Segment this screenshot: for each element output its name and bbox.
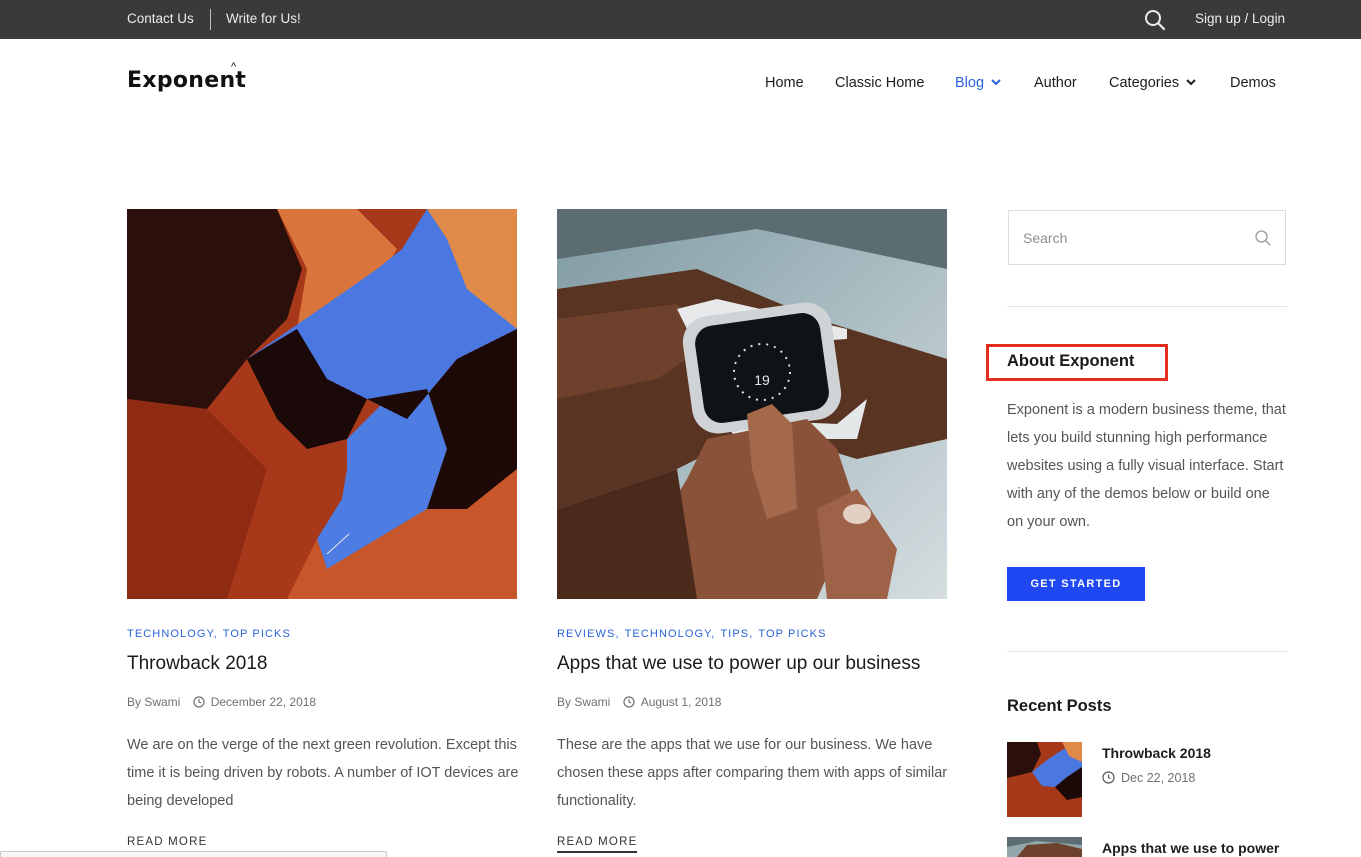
category-link[interactable]: TECHNOLOGY (127, 628, 214, 640)
top-bar: Contact Us Write for Us! Sign up / Login (0, 0, 1361, 39)
clock-icon (193, 696, 205, 708)
category-link[interactable]: TECHNOLOGY (625, 628, 712, 640)
bottom-panel-edge (0, 851, 387, 857)
nav-blog[interactable]: Blog (955, 75, 1001, 91)
recent-post-thumbnail[interactable] (1007, 837, 1082, 857)
category-link[interactable]: TOP PICKS (223, 628, 291, 640)
recent-post-title[interactable]: Apps that we use to power (1102, 840, 1279, 856)
clock-icon (1102, 771, 1115, 784)
read-more-link[interactable]: READ MORE (127, 836, 207, 851)
post-title[interactable]: Apps that we use to power up our busines… (557, 653, 920, 675)
about-widget-title: About Exponent (1007, 352, 1135, 370)
post-date: August 1, 2018 (640, 695, 722, 709)
signup-login-link[interactable]: Sign up / Login (1195, 11, 1285, 26)
post-categories: REVIEWS, TECHNOLOGY, TIPS, TOP PICKS (557, 628, 827, 640)
nav-demos[interactable]: Demos (1230, 75, 1276, 91)
post-image-smartwatch[interactable]: 19 (557, 209, 947, 599)
post-author[interactable]: By Swami (557, 695, 610, 709)
category-link[interactable]: REVIEWS (557, 628, 615, 640)
post-categories: TECHNOLOGY, TOP PICKS (127, 628, 291, 640)
sidebar-divider (1007, 306, 1287, 307)
nav-author[interactable]: Author (1034, 75, 1077, 91)
search-icon[interactable] (1144, 9, 1166, 31)
category-link[interactable]: TIPS (720, 628, 749, 640)
topbar-divider (210, 9, 211, 30)
category-link[interactable]: TOP PICKS (758, 628, 826, 640)
contact-us-link[interactable]: Contact Us (127, 11, 194, 26)
nav-home[interactable]: Home (765, 75, 804, 91)
get-started-button[interactable]: GET STARTED (1007, 567, 1145, 601)
post-meta: By Swami December 22, 2018 (127, 695, 316, 709)
nav-classic-home[interactable]: Classic Home (835, 75, 924, 91)
post-excerpt: These are the apps that we use for our b… (557, 737, 948, 809)
recent-post-title[interactable]: Throwback 2018 (1102, 745, 1211, 761)
recent-posts-title: Recent Posts (1007, 697, 1112, 715)
write-for-us-link[interactable]: Write for Us! (226, 11, 301, 26)
about-text: Exponent is a modern business theme, tha… (1007, 402, 1286, 530)
recent-post-date: Dec 22, 2018 (1102, 771, 1195, 785)
nav-categories[interactable]: Categories (1109, 75, 1196, 91)
post-excerpt: We are on the verge of the next green re… (127, 737, 519, 809)
chevron-down-icon (991, 79, 1001, 86)
sidebar-divider (1007, 651, 1287, 652)
clock-icon (623, 696, 635, 708)
post-meta: By Swami August 1, 2018 (557, 695, 721, 709)
search-input[interactable] (1023, 227, 1243, 249)
logo-caret-icon: ^ (231, 61, 237, 73)
nav-categories-label: Categories (1109, 75, 1180, 91)
post-title[interactable]: Throwback 2018 (127, 653, 267, 675)
search-icon[interactable] (1254, 229, 1272, 247)
svg-text:19: 19 (754, 372, 770, 388)
nav-blog-label: Blog (955, 75, 985, 91)
site-logo[interactable]: Exponent ^ (127, 61, 247, 102)
post-date: December 22, 2018 (210, 695, 317, 709)
recent-post-date-text: Dec 22, 2018 (1121, 771, 1196, 785)
sidebar-search (1008, 210, 1286, 265)
recent-post-thumbnail[interactable] (1007, 742, 1082, 817)
chevron-down-icon (1186, 79, 1196, 86)
logo-text: Exponent (127, 68, 247, 93)
read-more-link[interactable]: READ MORE (557, 836, 638, 853)
post-author[interactable]: By Swami (127, 695, 180, 709)
post-image-canyon[interactable] (127, 209, 517, 599)
